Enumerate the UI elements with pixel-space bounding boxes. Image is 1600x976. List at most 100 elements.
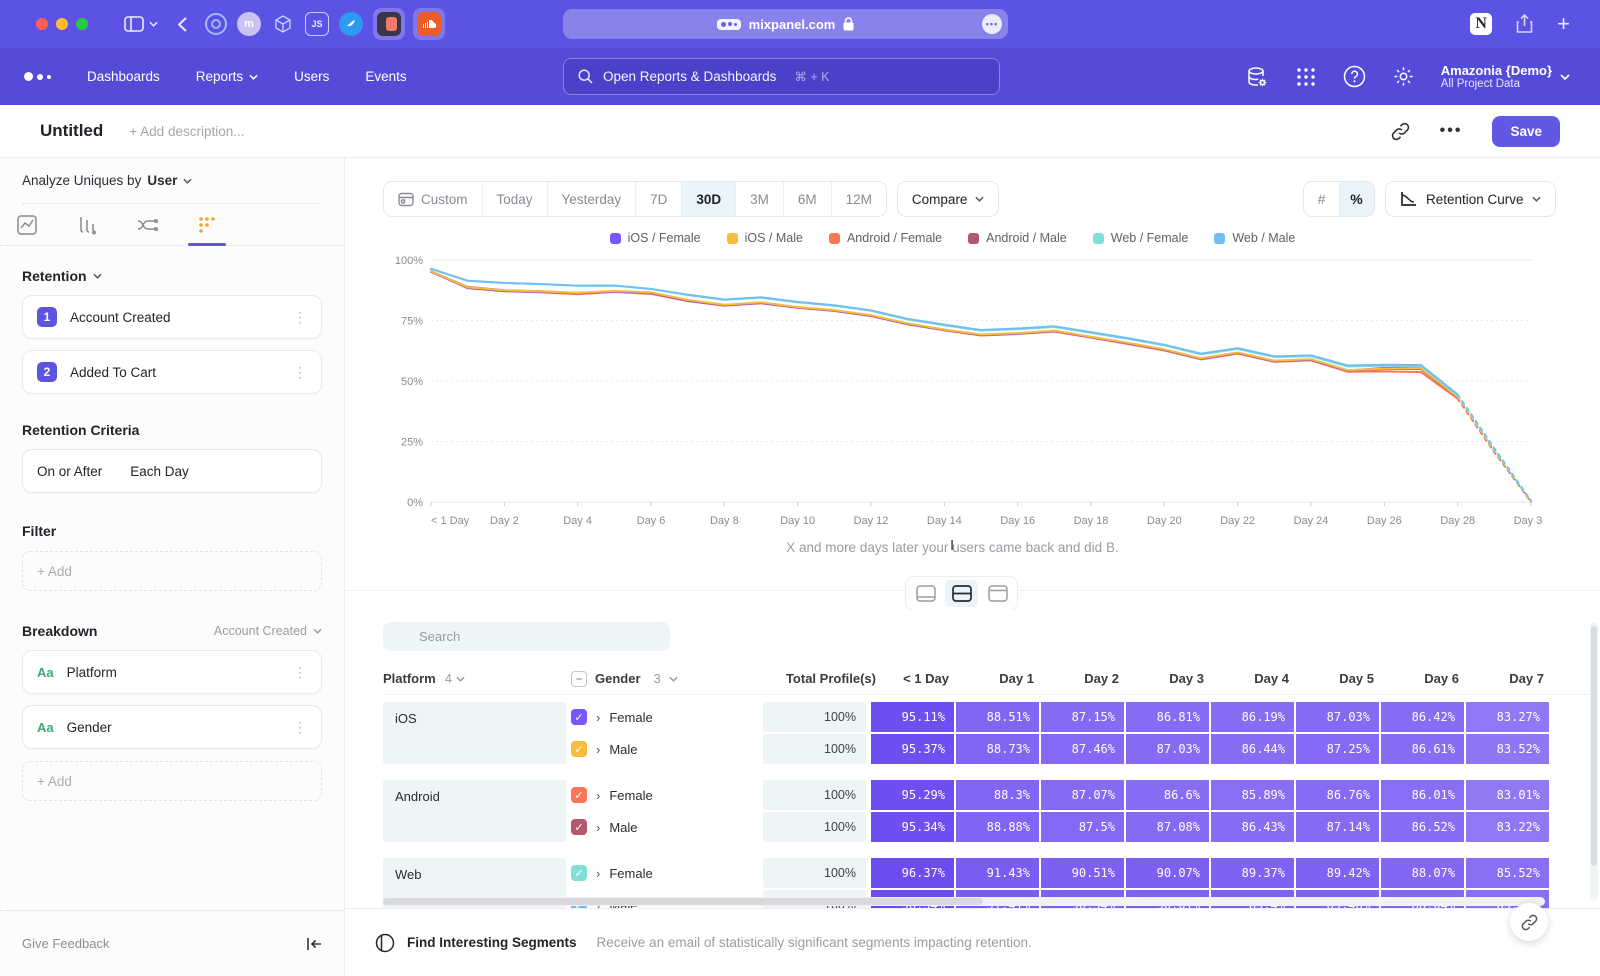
apps-grid-icon[interactable] [1295,66,1317,88]
collapse-sidebar-icon[interactable] [306,937,322,951]
favicon-target-icon[interactable] [205,13,227,35]
retention-value-cell[interactable]: 96.37% [871,858,954,888]
retention-value-cell[interactable]: 88.3% [956,780,1039,810]
retention-value-cell[interactable]: 95.37% [871,734,954,764]
retention-value-cell[interactable]: 95.11% [871,702,954,732]
legend-item[interactable]: iOS / Male [727,231,803,245]
select-all-checkbox[interactable]: – [571,671,587,687]
retention-value-cell[interactable]: 86.52% [1381,812,1464,842]
retention-criteria-card[interactable]: On or After Each Day [22,449,322,493]
absolute-mode-button[interactable]: # [1304,182,1339,216]
retention-step-2[interactable]: 2 Added To Cart ⋮ [22,350,322,394]
url-more-icon[interactable]: ••• [982,14,1002,34]
platform-column-header[interactable]: Platform 4 [383,671,571,686]
retention-value-cell[interactable]: 86.43% [1211,812,1294,842]
range-3m[interactable]: 3M [736,182,784,216]
retention-value-cell[interactable]: 88.73% [956,734,1039,764]
retention-value-cell[interactable]: 85.52% [1466,858,1549,888]
retention-value-cell[interactable]: 87.46% [1041,734,1124,764]
nav-item-users[interactable]: Users [294,69,329,84]
retention-value-cell[interactable]: 83.22% [1466,812,1549,842]
retention-value-cell[interactable]: 88.51% [956,702,1039,732]
add-filter-button[interactable]: + Add [22,551,322,591]
gender-cell[interactable]: ✓›Male [571,819,763,835]
legend-item[interactable]: Android / Female [829,231,942,245]
expand-chevron-icon[interactable]: › [596,742,600,757]
horizontal-scrollbar[interactable] [383,897,1545,906]
retention-value-cell[interactable]: 90.07% [1126,858,1209,888]
series-checkbox[interactable]: ✓ [571,741,587,757]
series-checkbox[interactable]: ✓ [571,819,587,835]
day-column-header[interactable]: Day 2 [1046,671,1131,686]
gender-cell[interactable]: ✓›Female [571,865,763,881]
layout-chart-only[interactable] [909,580,942,607]
retention-value-cell[interactable]: 87.07% [1041,780,1124,810]
criteria-mode[interactable]: On or After [37,464,102,479]
tab-flows[interactable] [130,204,164,245]
retention-value-cell[interactable]: 87.25% [1296,734,1379,764]
retention-value-cell[interactable]: 83.52% [1466,734,1549,764]
new-tab-icon[interactable]: + [1557,11,1570,37]
retention-value-cell[interactable]: 95.29% [871,780,954,810]
copy-link-icon[interactable] [1391,122,1410,141]
legend-item[interactable]: Web / Male [1214,231,1295,245]
retention-value-cell[interactable]: 89.42% [1296,858,1379,888]
series-checkbox[interactable]: ✓ [571,787,587,803]
retention-value-cell[interactable]: 87.5% [1041,812,1124,842]
mixpanel-logo[interactable] [24,72,51,81]
day-column-header[interactable]: Day 1 [961,671,1046,686]
retention-value-cell[interactable]: 87.03% [1126,734,1209,764]
retention-value-cell[interactable]: 87.15% [1041,702,1124,732]
back-icon[interactable] [178,17,187,32]
retention-value-cell[interactable]: 86.76% [1296,780,1379,810]
day-column-header[interactable]: Day 5 [1301,671,1386,686]
report-description-placeholder[interactable]: + Add description... [129,124,244,139]
expand-chevron-icon[interactable]: › [596,866,600,881]
traffic-light-minimize[interactable] [56,18,68,30]
favicon-reader-tab[interactable] [373,8,405,40]
retention-value-cell[interactable]: 87.03% [1296,702,1379,732]
nav-item-reports[interactable]: Reports [196,69,258,84]
more-options-icon[interactable]: ••• [1440,122,1463,140]
favicon-js-icon[interactable]: JS [305,12,329,36]
retention-value-cell[interactable]: 89.37% [1211,858,1294,888]
retention-value-cell[interactable]: 88.88% [956,812,1039,842]
kebab-menu-icon[interactable]: ⋮ [293,719,307,736]
tab-funnels[interactable] [70,204,104,245]
series-checkbox[interactable]: ✓ [571,865,587,881]
day-column-header[interactable]: Day 7 [1471,671,1556,686]
range-12m[interactable]: 12M [832,182,886,216]
settings-gear-icon[interactable] [1392,65,1415,88]
layout-table-only[interactable] [981,580,1014,607]
table-search-input[interactable] [383,622,670,651]
range-custom[interactable]: Custom [384,182,483,216]
traffic-light-close[interactable] [36,18,48,30]
retention-step-1[interactable]: 1 Account Created ⋮ [22,295,322,339]
floating-share-link-button[interactable] [1510,903,1548,941]
retention-value-cell[interactable]: 86.01% [1381,780,1464,810]
expand-chevron-icon[interactable]: › [596,710,600,725]
chart-type-dropdown[interactable]: Retention Curve [1385,181,1556,217]
platform-cell[interactable]: iOS [383,702,566,764]
retention-section-title[interactable]: Retention [22,268,87,284]
report-title[interactable]: Untitled [40,121,103,141]
retention-value-cell[interactable]: 95.34% [871,812,954,842]
legend-item[interactable]: iOS / Female [610,231,701,245]
retention-value-cell[interactable]: 88.07% [1381,858,1464,888]
url-bar[interactable]: mixpanel.com ••• [563,9,1008,39]
retention-value-cell[interactable]: 91.43% [956,858,1039,888]
breakdown-gender[interactable]: Aa Gender ⋮ [22,705,322,749]
retention-value-cell[interactable]: 87.14% [1296,812,1379,842]
range-yesterday[interactable]: Yesterday [548,182,637,216]
share-icon[interactable] [1516,14,1533,34]
nav-item-dashboards[interactable]: Dashboards [87,69,160,84]
retention-value-cell[interactable]: 86.42% [1381,702,1464,732]
range-30d[interactable]: 30D [682,182,736,216]
nav-item-events[interactable]: Events [365,69,406,84]
favicon-cube-icon[interactable] [271,12,295,36]
percent-mode-button[interactable]: % [1339,182,1374,216]
legend-item[interactable]: Web / Female [1093,231,1189,245]
retention-value-cell[interactable]: 83.27% [1466,702,1549,732]
tab-insights[interactable] [10,204,44,245]
vertical-scrollbar[interactable] [1590,622,1598,900]
